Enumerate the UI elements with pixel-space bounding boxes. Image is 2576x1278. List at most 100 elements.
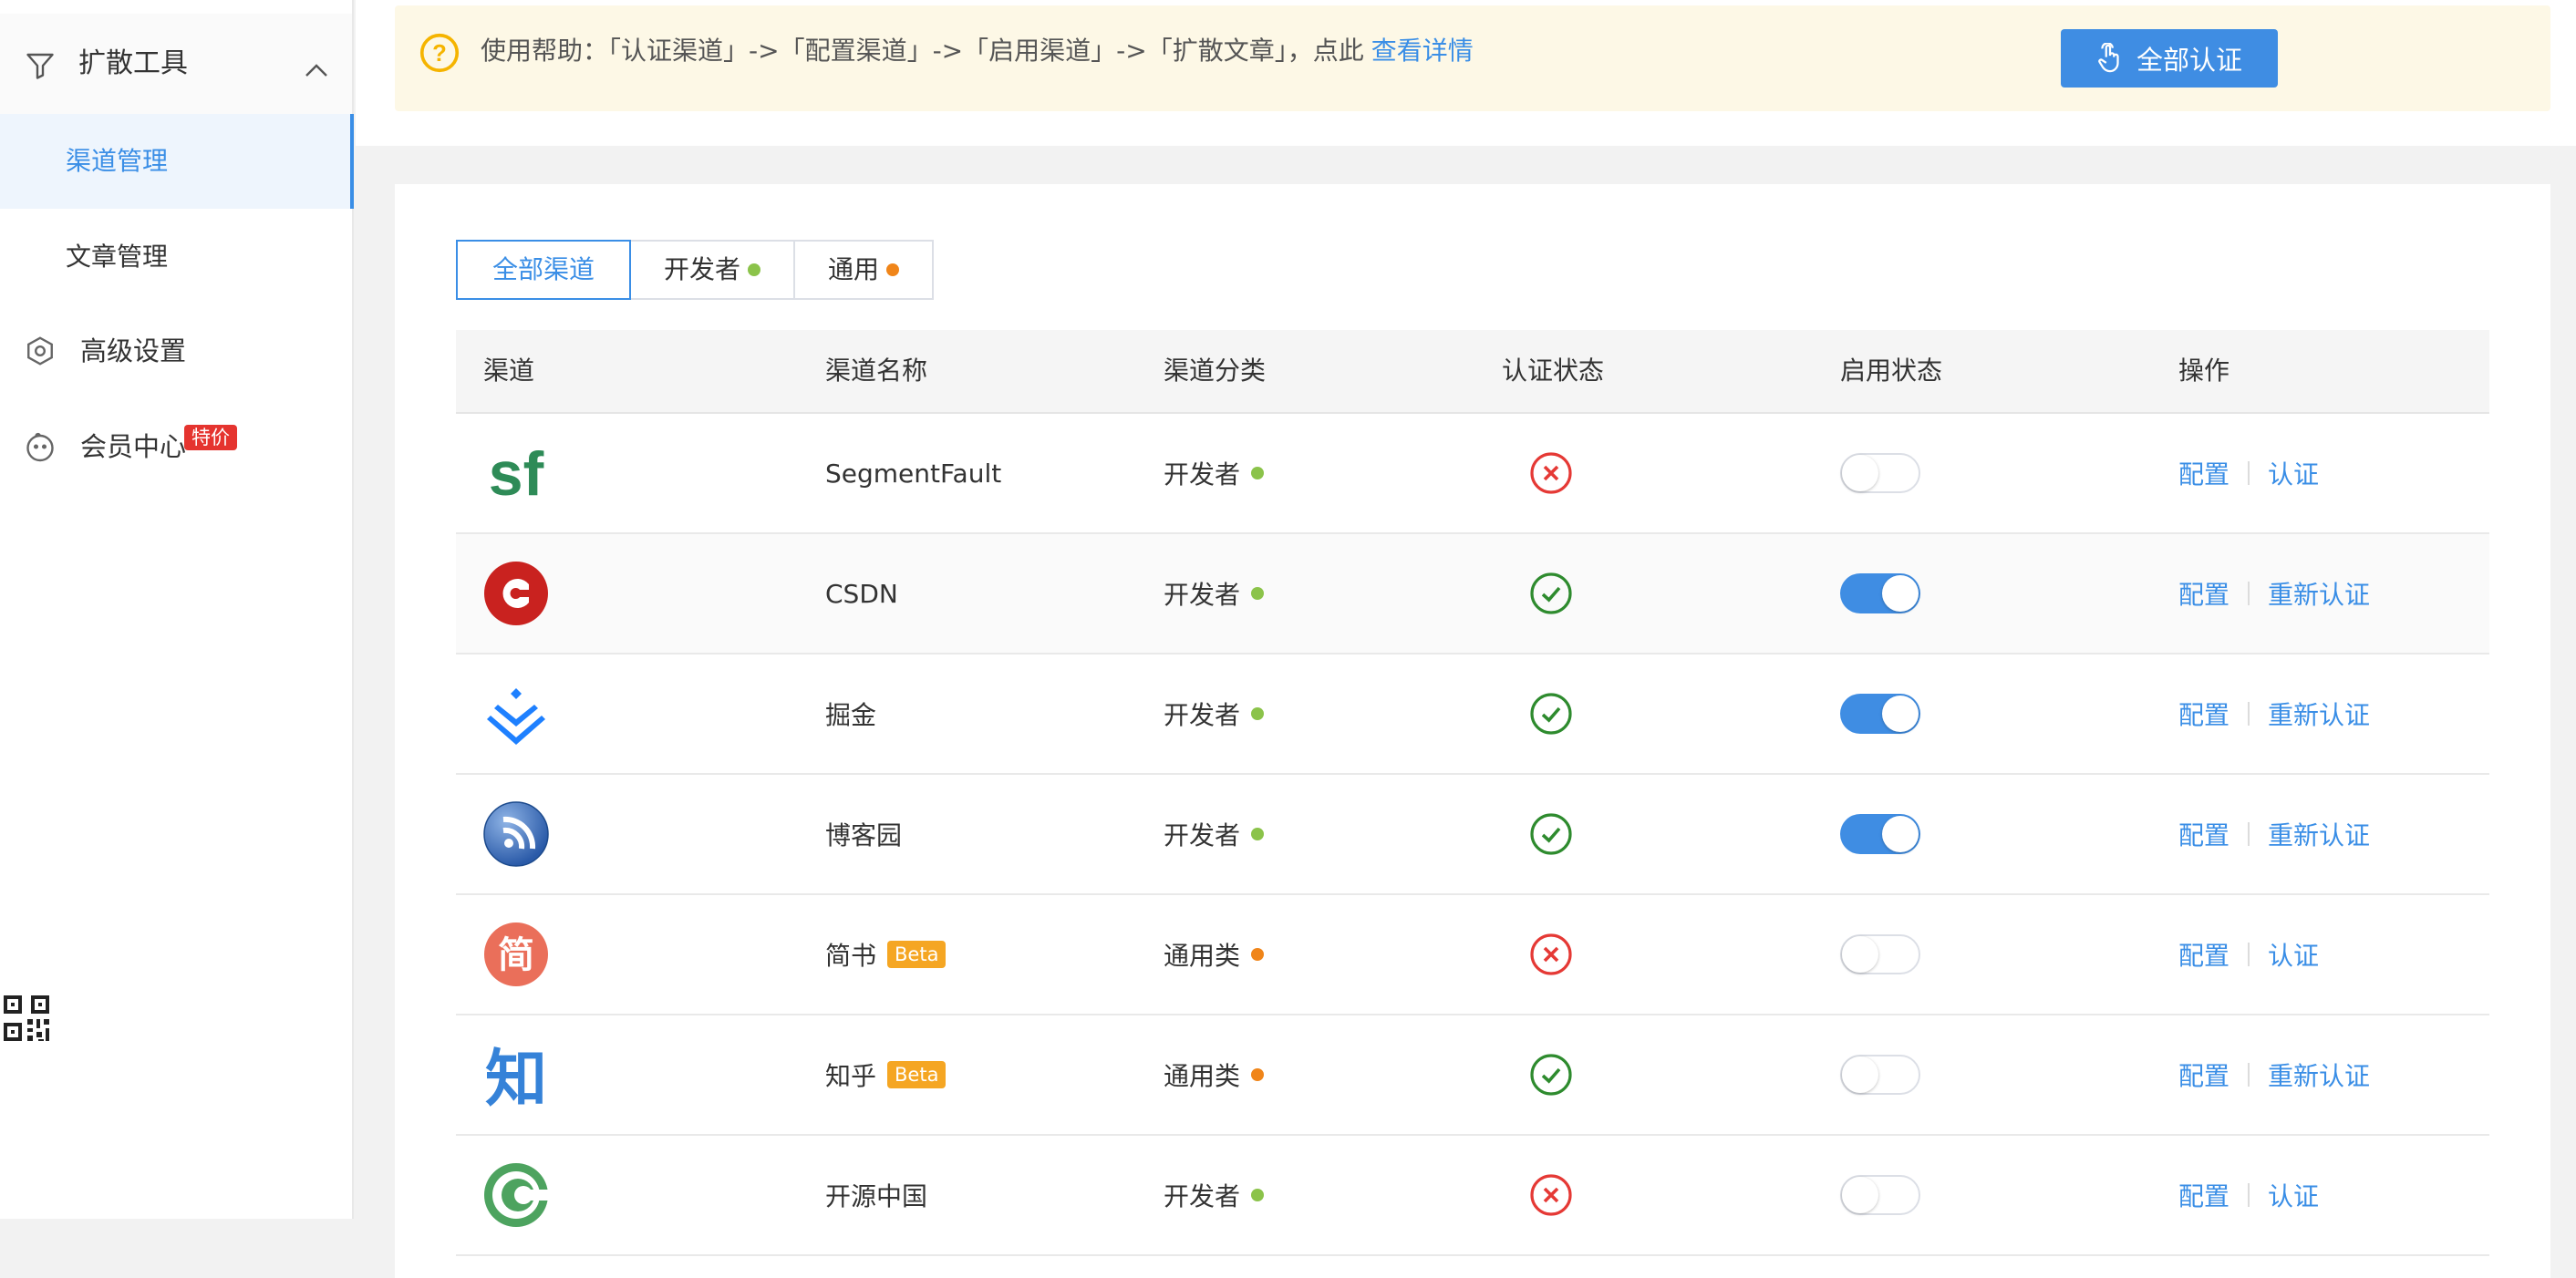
authenticate-link[interactable]: 认证 — [2268, 1177, 2319, 1213]
sidebar-item-advanced-settings[interactable]: 高级设置 — [0, 305, 352, 397]
channel-card: 全部渠道 开发者 通用 渠道 渠道名称 渠道分类 认证状态 启用状态 操作 sf… — [395, 184, 2550, 1278]
configure-link[interactable]: 配置 — [2178, 575, 2229, 612]
enable-status-cell — [1840, 414, 1920, 532]
actions-cell: 配置 重新认证 — [2178, 534, 2370, 653]
enable-toggle[interactable] — [1840, 573, 1920, 613]
table-body: sf SegmentFault 开发者 配置 认证 CSDN 开发者 配置 重新认证 掘金 开发者配… — [456, 414, 2489, 1256]
enable-toggle[interactable] — [1840, 453, 1920, 493]
authenticate-link[interactable]: 重新认证 — [2268, 696, 2370, 732]
toggle-knob — [1842, 936, 1878, 973]
qr-code-icon[interactable] — [2, 994, 51, 1043]
actions-cell: 配置 认证 — [2178, 895, 2319, 1014]
actions-cell: 配置 重新认证 — [2178, 654, 2370, 773]
enable-status-cell — [1840, 1015, 1920, 1134]
configure-link[interactable]: 配置 — [2178, 816, 2229, 852]
svg-text:sf: sf — [489, 440, 544, 506]
channel-filter-tabs: 全部渠道 开发者 通用 — [456, 240, 935, 300]
authenticate-link[interactable]: 重新认证 — [2268, 1056, 2370, 1093]
channel-name: 开源中国 — [825, 1181, 928, 1211]
auth-success-icon — [1530, 693, 1572, 735]
channel-name-cell: 简书 Beta — [825, 895, 947, 1014]
configure-link[interactable]: 配置 — [2178, 696, 2229, 732]
developer-dot — [748, 263, 761, 276]
category-dot — [1251, 467, 1265, 479]
channel-name-cell: SegmentFault — [825, 414, 1001, 532]
tab-all-channels[interactable]: 全部渠道 — [456, 240, 632, 300]
authenticate-link[interactable]: 认证 — [2268, 455, 2319, 491]
actions-cell: 配置 重新认证 — [2178, 1015, 2370, 1134]
auth-success-icon — [1530, 813, 1572, 855]
auth-success-icon — [1530, 1054, 1572, 1096]
channel-name: 简书 — [825, 941, 877, 971]
toggle-knob — [1882, 816, 1919, 852]
category-dot — [1251, 948, 1265, 961]
view-details-link[interactable]: 查看详情 — [1371, 36, 1474, 66]
authenticate-all-label: 全部认证 — [2136, 45, 2242, 76]
menu-group-diffusion-tools[interactable]: 扩散工具 — [0, 14, 352, 114]
chevron-up-icon[interactable] — [305, 63, 328, 77]
action-divider — [2248, 1183, 2250, 1207]
category-cell: 开发者 — [1164, 534, 1265, 653]
authenticate-link[interactable]: 重新认证 — [2268, 816, 2370, 852]
enable-toggle[interactable] — [1840, 1055, 1920, 1095]
enable-toggle[interactable] — [1840, 934, 1920, 974]
help-banner: ? 使用帮助：「认证渠道」->「配置渠道」->「启用渠道」->「扩散文章」，点此… — [395, 5, 2550, 111]
configure-link[interactable]: 配置 — [2178, 1177, 2229, 1213]
category-cell: 开发者 — [1164, 654, 1265, 773]
configure-link[interactable]: 配置 — [2178, 1056, 2229, 1093]
category-dot — [1251, 587, 1265, 600]
action-divider — [2248, 822, 2250, 846]
channel-name: CSDN — [825, 578, 898, 609]
authenticate-link[interactable]: 重新认证 — [2268, 575, 2370, 612]
auth-status-cell — [1502, 654, 1573, 773]
toggle-knob — [1882, 575, 1919, 612]
special-offer-badge: 特价 — [184, 425, 237, 450]
configure-link[interactable]: 配置 — [2178, 455, 2229, 491]
jianshu-logo: 简 — [483, 895, 549, 1014]
table-row: 开源中国 开发者 配置 认证 — [456, 1136, 2489, 1256]
enable-toggle[interactable] — [1840, 694, 1920, 734]
channel-name-cell: 博客园 — [825, 775, 902, 893]
authenticate-all-button[interactable]: 全部认证 — [2061, 29, 2278, 88]
enable-toggle[interactable] — [1840, 814, 1920, 854]
sidebar-item-article-management[interactable]: 文章管理 — [0, 210, 352, 304]
general-dot — [886, 263, 900, 276]
action-divider — [2248, 702, 2250, 726]
toggle-knob — [1842, 1056, 1878, 1093]
auth-status-cell — [1502, 534, 1573, 653]
sidebar-item-channel-management[interactable]: 渠道管理 — [0, 114, 354, 209]
auth-failed-icon — [1530, 452, 1572, 494]
action-divider — [2248, 943, 2250, 966]
authenticate-link[interactable]: 认证 — [2268, 936, 2319, 973]
advanced-settings-label: 高级设置 — [80, 335, 187, 366]
auth-status-cell — [1502, 414, 1573, 532]
svg-text:简: 简 — [498, 934, 534, 976]
header-actions: 操作 — [2178, 356, 2230, 386]
table-header: 渠道 渠道名称 渠道分类 认证状态 启用状态 操作 — [456, 330, 2489, 414]
sidebar-item-member-center[interactable]: 会员中心 特价 — [0, 401, 352, 492]
tab-developer[interactable]: 开发者 — [631, 240, 796, 300]
filter-icon — [26, 53, 54, 79]
configure-link[interactable]: 配置 — [2178, 936, 2229, 973]
cnblogs-logo — [483, 775, 549, 893]
menu-group-label: 扩散工具 — [78, 47, 188, 79]
channel-name: 知乎 — [825, 1061, 877, 1091]
action-divider — [2248, 1063, 2250, 1087]
category-cell: 通用类 — [1164, 895, 1265, 1014]
actions-cell: 配置 认证 — [2178, 414, 2319, 532]
tab-general[interactable]: 通用 — [795, 240, 935, 300]
action-divider — [2248, 582, 2250, 605]
category-label: 开发者 — [1164, 580, 1241, 610]
channel-table: 渠道 渠道名称 渠道分类 认证状态 启用状态 操作 sf SegmentFault… — [456, 330, 2489, 1256]
table-row: 简 简书 Beta 通用类 配置 认证 — [456, 895, 2489, 1015]
tab-label: 开发者 — [664, 254, 741, 284]
svg-text:知: 知 — [485, 1044, 547, 1108]
category-label: 通用类 — [1164, 1061, 1241, 1091]
auth-status-cell — [1502, 895, 1573, 1014]
category-label: 开发者 — [1164, 700, 1241, 730]
enable-toggle[interactable] — [1840, 1175, 1920, 1215]
enable-status-cell — [1840, 654, 1920, 773]
tab-label: 通用 — [828, 254, 880, 284]
enable-status-cell — [1840, 534, 1920, 653]
auth-failed-icon — [1530, 1174, 1572, 1216]
